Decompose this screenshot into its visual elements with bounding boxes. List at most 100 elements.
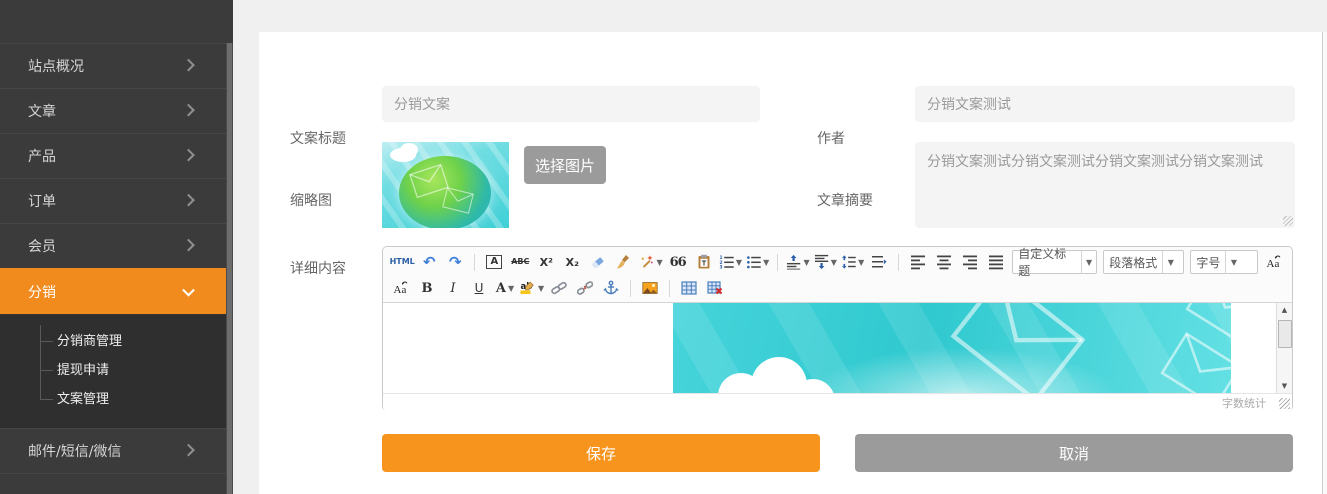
- sidebar-menu: 站点概况文章产品订单会员分销分销商管理提现申请文案管理邮件/短信/微信: [0, 43, 233, 482]
- align-right-button[interactable]: [958, 251, 982, 273]
- sidebar-item-email-sms-wechat[interactable]: 邮件/短信/微信: [0, 428, 233, 473]
- italic-button[interactable]: I: [441, 277, 465, 299]
- olist-icon: [719, 254, 734, 270]
- font-color-button[interactable]: A▼: [493, 277, 517, 299]
- superscript-button[interactable]: X²: [534, 251, 558, 273]
- save-button[interactable]: 保存: [382, 434, 820, 472]
- scroll-up-icon[interactable]: ▲: [1277, 303, 1292, 317]
- author-input[interactable]: [915, 86, 1295, 122]
- link-button[interactable]: [547, 277, 571, 299]
- line-height-button[interactable]: ▼: [840, 251, 865, 273]
- aligncenter-icon: [936, 254, 952, 270]
- undo-button[interactable]: ↶: [417, 251, 441, 273]
- space-after-button[interactable]: ▼: [813, 251, 838, 273]
- chevron-right-icon: [182, 444, 195, 457]
- indent-icon: [871, 254, 887, 270]
- link-icon: [551, 280, 567, 296]
- select-label: 字号: [1191, 251, 1225, 273]
- sidebar-subitem-distributor-management[interactable]: 分销商管理: [0, 327, 233, 356]
- page-right-edge: [1322, 32, 1327, 494]
- align-center-button[interactable]: [932, 251, 956, 273]
- custom-title-select[interactable]: 自定义标题▼: [1012, 250, 1097, 274]
- choose-image-button[interactable]: 选择图片: [524, 146, 606, 184]
- sidebar-item-products[interactable]: 产品: [0, 133, 233, 178]
- case-icon: [393, 280, 409, 296]
- sidebar-item-members[interactable]: 会员: [0, 223, 233, 268]
- toolbar-separator: [630, 280, 631, 297]
- letter-case-alt-button[interactable]: [389, 277, 413, 299]
- space-before-button[interactable]: ▼: [785, 251, 810, 273]
- sidebar-subitem-withdrawal-requests[interactable]: 提现申请: [0, 356, 233, 385]
- underline-button[interactable]: U: [467, 277, 491, 299]
- clipboard-icon: [696, 254, 712, 270]
- ulist-icon: [746, 254, 761, 270]
- alignjustify-icon: [988, 254, 1004, 270]
- wand-icon: [639, 254, 654, 270]
- unlink-icon: [577, 280, 593, 296]
- strikethrough-button[interactable]: ABC: [508, 251, 532, 273]
- scroll-down-icon[interactable]: ▼: [1277, 379, 1292, 393]
- sidebar-item-site-overview[interactable]: 站点概况: [0, 43, 233, 88]
- tabledel-icon: [707, 280, 723, 296]
- strikethrough-icon: ABC: [511, 258, 529, 266]
- editor-scrollbar-thumb[interactable]: [1278, 320, 1292, 348]
- ordered-list-button[interactable]: ▼: [718, 251, 743, 273]
- chevron-down-icon: ▼: [1081, 251, 1096, 273]
- paragraph-format-select[interactable]: 段落格式▼: [1103, 250, 1184, 274]
- toolbar-row-2: BIUA▼▼: [389, 275, 1286, 301]
- letter-case-button[interactable]: [1262, 251, 1286, 273]
- insert-table-button[interactable]: [677, 277, 701, 299]
- sidebar-item-orders[interactable]: 订单: [0, 178, 233, 223]
- cancel-button[interactable]: 取消: [855, 434, 1293, 472]
- highlight-button[interactable]: ▼: [519, 277, 545, 299]
- chevron-right-icon: [182, 239, 195, 252]
- paste-as-text-button[interactable]: [692, 251, 716, 273]
- plain-text-icon: A: [486, 255, 502, 269]
- plain-text-button[interactable]: A: [482, 251, 506, 273]
- subscript-button[interactable]: X₂: [560, 251, 584, 273]
- chevron-right-icon: [182, 194, 195, 207]
- copy-title-input[interactable]: [382, 86, 760, 122]
- toolbar-separator: [474, 254, 475, 271]
- blockquote-button[interactable]: 66: [666, 251, 690, 273]
- redo-icon: ↷: [449, 255, 462, 270]
- subscript-icon: X₂: [566, 257, 579, 268]
- sidebar-subitem-copy-management[interactable]: 文案管理: [0, 385, 233, 414]
- alignleft-icon: [910, 254, 926, 270]
- align-left-button[interactable]: [906, 251, 930, 273]
- sidebar: 站点概况文章产品订单会员分销分销商管理提现申请文案管理邮件/短信/微信: [0, 0, 233, 494]
- sidebar-item-label: 分销: [28, 282, 56, 302]
- sidebar-item-label: 产品: [28, 146, 56, 166]
- detail-content-label: 详细内容: [290, 258, 346, 278]
- dropdown-arrow-icon: ▼: [763, 258, 769, 267]
- alignright-icon: [962, 254, 978, 270]
- auto-typeset-button[interactable]: ▼: [638, 251, 663, 273]
- image-icon: [642, 280, 658, 296]
- sidebar-item-distribution[interactable]: 分销: [0, 268, 233, 314]
- insert-image-button[interactable]: [638, 277, 662, 299]
- redo-button[interactable]: ↷: [443, 251, 467, 273]
- format-brush-button[interactable]: [612, 251, 636, 273]
- indent-button[interactable]: [867, 251, 891, 273]
- unlink-button[interactable]: [573, 277, 597, 299]
- font-size-select[interactable]: 字号▼: [1190, 250, 1258, 274]
- unordered-list-button[interactable]: ▼: [745, 251, 770, 273]
- anchor-button[interactable]: [599, 277, 623, 299]
- delete-table-button[interactable]: [703, 277, 727, 299]
- remove-format-button[interactable]: [586, 251, 610, 273]
- superscript-icon: X²: [540, 257, 553, 268]
- sidebar-scrollbar[interactable]: [226, 43, 233, 494]
- sidebar-scrollbar-thumb[interactable]: [227, 43, 232, 494]
- sidebar-header: [0, 0, 233, 43]
- brush-icon: [616, 254, 632, 270]
- summary-textarea[interactable]: [915, 142, 1295, 228]
- source-code-button[interactable]: HTML: [389, 251, 415, 273]
- bold-button[interactable]: B: [415, 277, 439, 299]
- sidebar-item-articles[interactable]: 文章: [0, 88, 233, 133]
- editor-scrollbar[interactable]: ▲ ▼: [1276, 303, 1292, 393]
- dropdown-arrow-icon: ▼: [736, 258, 742, 267]
- word-count-label[interactable]: 字数统计: [1222, 395, 1266, 411]
- align-justify-button[interactable]: [984, 251, 1008, 273]
- editor-content-area[interactable]: ▲ ▼: [383, 303, 1292, 393]
- chevron-down-icon: ▼: [1162, 251, 1178, 273]
